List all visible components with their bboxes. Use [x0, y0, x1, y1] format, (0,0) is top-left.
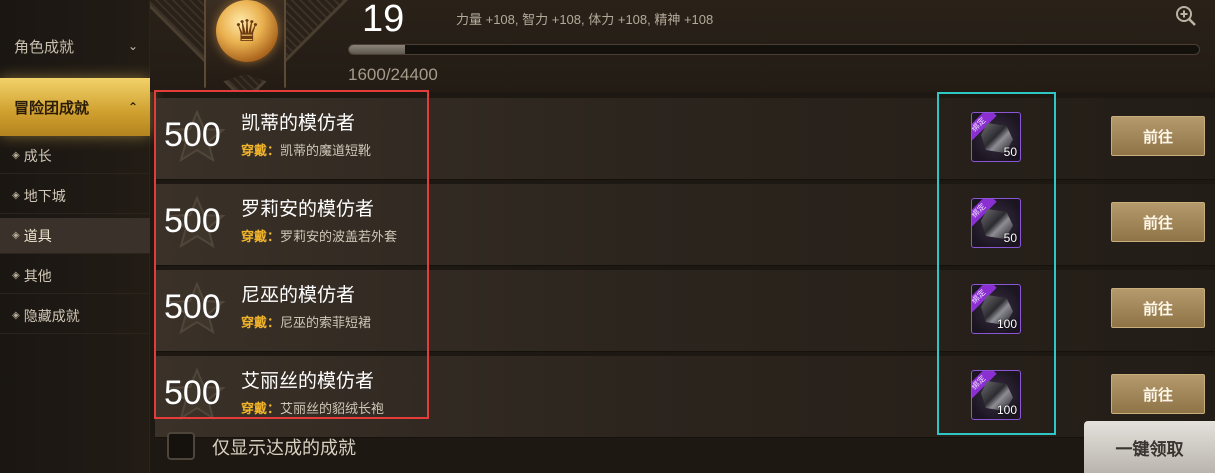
sidebar-item-label: 其他 [23, 267, 52, 284]
goto-button[interactable]: 前往 [1111, 202, 1205, 242]
only-achieved-checkbox[interactable] [167, 432, 195, 460]
sidebar-item-label: 成长 [23, 147, 52, 164]
goto-button[interactable]: 前往 [1111, 288, 1205, 328]
sidebar-category-label: 角色成就 [14, 38, 75, 56]
sidebar-category-role-achievements[interactable]: 角色成就 ⌄ [0, 20, 150, 72]
sidebar: 角色成就 ⌄ 冒险团成就 ⌃ ◈ 成长 ◈ 地下城 ◈ 道具 ◈ 其他 ◈ 隐藏… [0, 0, 150, 473]
diamond-icon: ◈ [12, 190, 20, 201]
annotation-box-cyan [937, 92, 1056, 435]
zoom-in-icon[interactable] [1175, 5, 1197, 27]
diamond-icon: ◈ [12, 270, 20, 281]
sidebar-item-growth[interactable]: ◈ 成长 [0, 138, 150, 174]
diamond-icon: ◈ [12, 310, 20, 321]
sidebar-item-label: 地下城 [23, 187, 66, 204]
sidebar-item-dungeon[interactable]: ◈ 地下城 [0, 178, 150, 214]
achievement-header: ♛ 19 力量 +108, 智力 +108, 体力 +108, 精神 +108 … [150, 0, 1215, 92]
sidebar-item-other[interactable]: ◈ 其他 [0, 258, 150, 294]
chevron-down-icon: ⌄ [127, 39, 138, 53]
sidebar-item-label: 道具 [23, 227, 52, 244]
goto-button[interactable]: 前往 [1111, 374, 1205, 414]
diamond-icon: ◈ [12, 230, 20, 241]
achievement-level: 19 [362, 0, 405, 40]
goto-button[interactable]: 前往 [1111, 116, 1205, 156]
achievement-progress-bar [348, 44, 1200, 55]
progress-text: 1600/24400 [348, 65, 438, 84]
sidebar-category-team-achievements[interactable]: 冒险团成就 ⌃ [0, 78, 150, 136]
sidebar-item-label: 隐藏成就 [23, 307, 80, 324]
sidebar-item-hidden[interactable]: ◈ 隐藏成就 [0, 298, 150, 334]
only-achieved-label: 仅显示达成的成就 [212, 438, 356, 458]
sidebar-category-label: 冒险团成就 [14, 99, 90, 117]
progress-fill [349, 45, 405, 54]
claim-all-button[interactable]: 一键领取 [1084, 421, 1215, 473]
annotation-box-red [154, 90, 429, 419]
stat-bonuses: 力量 +108, 智力 +108, 体力 +108, 精神 +108 [456, 12, 714, 27]
diamond-icon: ◈ [12, 150, 20, 161]
chevron-up-icon: ⌃ [127, 100, 138, 114]
sidebar-item-items[interactable]: ◈ 道具 [0, 218, 150, 254]
lion-medal-icon: ♛ [216, 0, 278, 62]
